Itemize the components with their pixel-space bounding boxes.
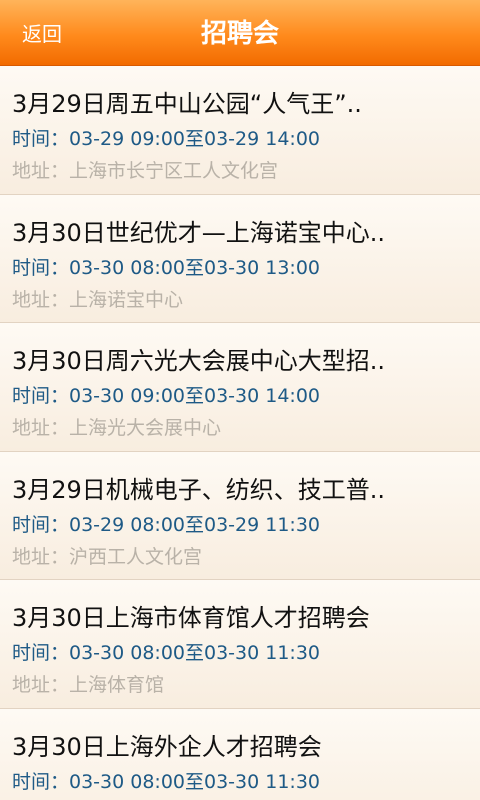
list-item[interactable]: 3月29日周五中山公园“人气王”.. 时间：03-29 09:00至03-29 … — [0, 66, 480, 195]
list-item[interactable]: 3月30日上海市体育馆人才招聘会 时间：03-30 08:00至03-30 11… — [0, 580, 480, 709]
list-item[interactable]: 3月30日世纪优才—上海诺宝中心.. 时间：03-30 08:00至03-30 … — [0, 194, 480, 323]
list-item[interactable]: 3月29日机械电子、纺织、技工普.. 时间：03-29 08:00至03-29 … — [0, 451, 480, 580]
job-fair-list[interactable]: 3月29日周五中山公园“人气王”.. 时间：03-29 09:00至03-29 … — [0, 66, 480, 800]
item-title: 3月29日周五中山公园“人气王”.. — [12, 90, 362, 118]
item-title: 3月30日世纪优才—上海诺宝中心.. — [12, 218, 386, 247]
list-item[interactable]: 3月30日周六光大会展中心大型招.. 时间：03-30 09:00至03-30 … — [0, 323, 480, 452]
title-bar: 返回 招聘会 — [0, 0, 480, 66]
item-time: 时间：03-30 08:00至03-30 13:00 — [12, 256, 321, 279]
item-address: 地址：上海市长宁区工人文化宫 — [12, 160, 279, 182]
item-time: 时间：03-30 08:00至03-30 11:30 — [12, 770, 321, 793]
item-time: 时间：03-30 08:00至03-30 11:30 — [12, 642, 321, 664]
item-address: 地址：沪西工人文化宫 — [12, 545, 203, 568]
item-address: 地址：上海诺宝中心 — [12, 288, 184, 311]
item-title: 3月30日周六光大会展中心大型招.. — [12, 347, 386, 375]
page-title: 招聘会 — [200, 19, 279, 49]
item-title: 3月30日上海外企人才招聘会 — [12, 732, 322, 761]
item-time: 时间：03-29 08:00至03-29 11:30 — [12, 513, 321, 536]
item-title: 3月29日机械电子、纺织、技工普.. — [12, 475, 386, 504]
item-title: 3月30日上海市体育馆人才招聘会 — [12, 604, 370, 632]
item-time: 时间：03-30 09:00至03-30 14:00 — [12, 385, 321, 407]
item-time: 时间：03-29 09:00至03-29 14:00 — [12, 128, 321, 150]
item-address: 地址：上海光大会展中心 — [12, 417, 222, 439]
list-item[interactable]: 3月30日上海外企人才招聘会 时间：03-30 08:00至03-30 11:3… — [0, 708, 480, 800]
item-address: 地址：上海体育馆 — [12, 674, 165, 696]
